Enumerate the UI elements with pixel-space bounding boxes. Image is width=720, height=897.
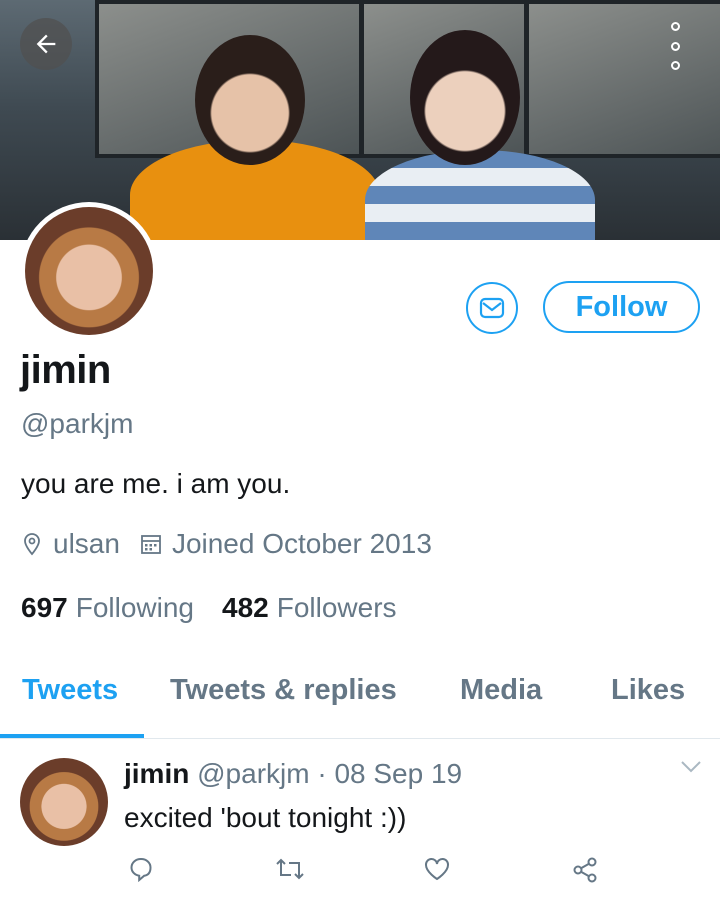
profile-avatar[interactable]: [20, 202, 158, 340]
tab-tweets-replies[interactable]: Tweets & replies: [170, 674, 397, 707]
like-button[interactable]: [423, 856, 451, 887]
banner-window-right: [525, 0, 720, 158]
share-button[interactable]: [571, 856, 599, 889]
calendar-icon: [140, 533, 162, 555]
followers-link[interactable]: 482 Followers: [222, 592, 397, 624]
avatar-image: [25, 207, 153, 335]
profile-handle: @parkjm: [21, 408, 134, 439]
followers-count: 482: [222, 592, 269, 623]
following-label: Following: [75, 592, 194, 623]
retweet-icon: [276, 858, 304, 880]
following-count: 697: [21, 592, 68, 623]
banner-person-right-sweater: [365, 150, 595, 240]
tweet-text: excited 'bout tonight :)): [124, 802, 407, 833]
active-tab-indicator: [0, 734, 144, 738]
tweet-separator: ·: [317, 758, 327, 789]
tweet-author-name[interactable]: jimin: [124, 758, 189, 789]
back-button[interactable]: [20, 18, 72, 70]
profile-bio: you are me. i am you.: [21, 468, 291, 499]
tab-likes[interactable]: Likes: [611, 674, 685, 707]
tab-tweets[interactable]: Tweets: [22, 674, 118, 707]
message-button[interactable]: [466, 282, 518, 334]
follow-button[interactable]: Follow: [543, 281, 700, 333]
tweet-avatar[interactable]: [20, 758, 108, 846]
profile-joined-date: Joined October 2013: [171, 528, 432, 559]
share-icon: [573, 857, 597, 883]
profile-tabs: Tweets Tweets & replies Media Likes: [0, 656, 720, 739]
more-options-button[interactable]: [662, 22, 688, 70]
banner-person-left-face: [195, 35, 305, 165]
location-pin-icon: [21, 532, 43, 556]
reply-button[interactable]: [128, 856, 154, 887]
banner-person-right-face: [410, 30, 520, 165]
ellipsis-dot: [670, 41, 680, 51]
tweet-header: jimin @parkjm · 08 Sep 19: [124, 758, 462, 790]
following-link[interactable]: 697 Following: [21, 592, 194, 624]
tweet-author-handle: @parkjm: [197, 758, 310, 789]
profile-location: ulsan: [53, 528, 120, 559]
chevron-down-icon: [681, 761, 701, 773]
profile-name: jimin: [20, 348, 111, 392]
like-icon: [425, 858, 449, 881]
tab-media[interactable]: Media: [460, 674, 542, 707]
retweet-button[interactable]: [274, 856, 306, 887]
ellipsis-dot: [670, 61, 680, 70]
follow-counts: 697 Following 482 Followers: [21, 592, 397, 624]
followers-label: Followers: [276, 592, 397, 623]
tweet-date[interactable]: 08 Sep 19: [334, 758, 462, 789]
vertical-ellipsis-icon: [670, 22, 680, 31]
envelope-icon: [479, 297, 505, 319]
tweet-menu-button[interactable]: [680, 760, 702, 779]
profile-meta: ulsan Joined October 2013: [21, 528, 432, 560]
reply-icon: [130, 857, 152, 883]
arrow-left-icon: [36, 34, 56, 54]
